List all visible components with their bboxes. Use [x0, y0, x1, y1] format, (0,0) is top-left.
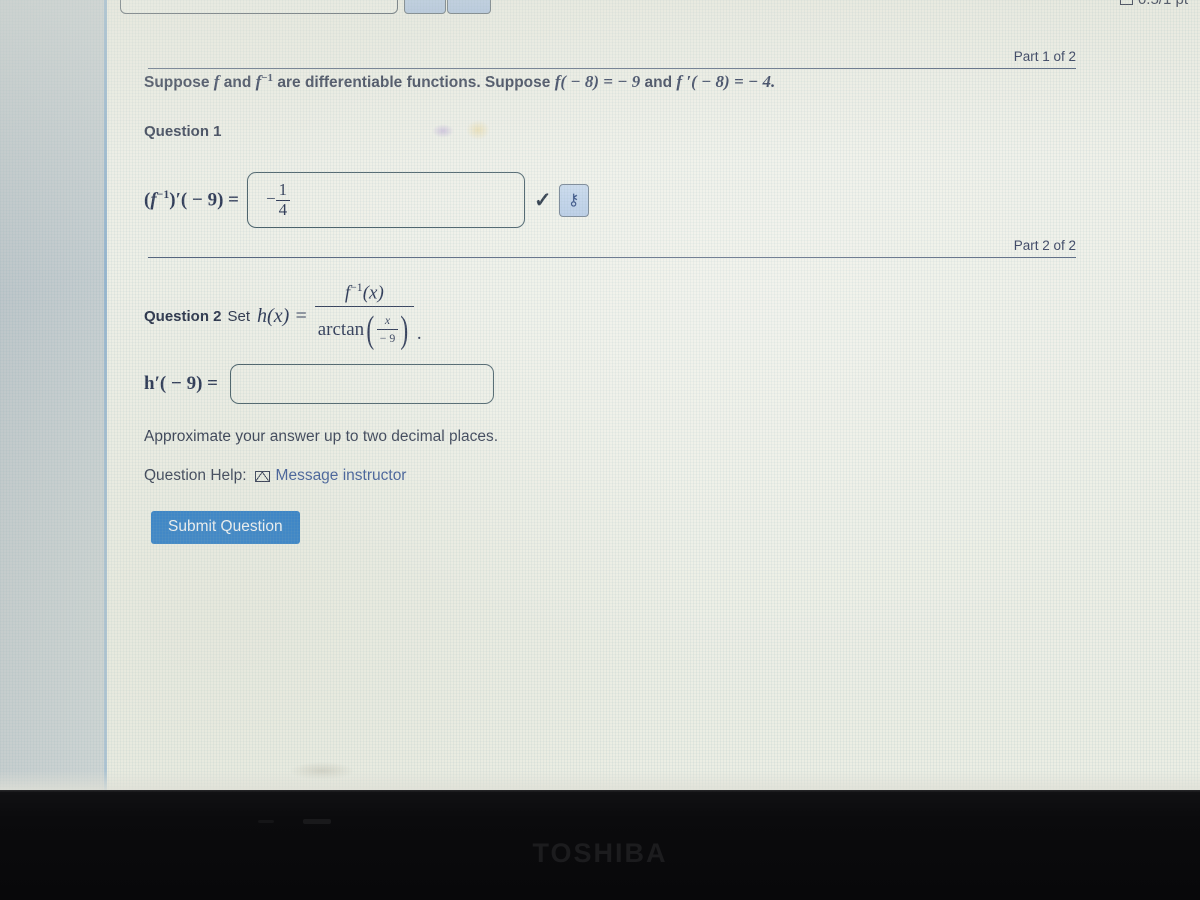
h-prime-answer-input[interactable]: [229, 364, 494, 404]
question-2-row: Question 2 Set h(x) = f−1(x) arctan( x − 9…: [144, 281, 422, 351]
question-2-numerator: f−1(x): [315, 281, 414, 306]
part-2-label: Part 2 of 2: [1013, 238, 1076, 253]
question-1-lhs: (f−1)′( − 9) =: [144, 188, 239, 211]
question-2-denominator: arctan( x − 9): [314, 305, 414, 351]
q2-num-exponent: −1: [350, 281, 363, 294]
q1-f-exponent: −1: [156, 188, 170, 202]
key-icon: ⚷: [567, 192, 580, 209]
part-2-divider: [148, 257, 1076, 259]
q2-inner-numerator: x: [384, 313, 391, 327]
question-1-label: Question 1: [144, 123, 222, 140]
question-1-answer-row: (f−1)′( − 9) = −1 4 ✓ ⚷: [144, 172, 589, 228]
points-indicator: 0.5/1 pt: [1119, 0, 1188, 8]
bezel-indicator-dot: [258, 820, 274, 823]
show-answer-key-button[interactable]: ⚷: [558, 183, 589, 217]
screenshot-root: 0.5/1 pt Part 1 of 2 Suppose f and f−1 a…: [0, 0, 1200, 900]
statement-equation-2: f ′( − 8) = − 4.: [676, 72, 776, 92]
q2-inner-denominator: − 9: [376, 329, 399, 346]
submit-question-button[interactable]: Submit Question: [151, 511, 300, 544]
h-prime-label: h′( − 9) =: [144, 373, 218, 394]
laptop-bezel: TOSHIBA: [0, 790, 1200, 900]
question-help-label: Question Help:: [144, 467, 247, 484]
statement-f-inverse-exponent: −1: [261, 72, 274, 84]
device-brand-logo: TOSHIBA: [532, 838, 668, 868]
q1-answer-sign: −: [265, 188, 276, 208]
statement-equation-1: f( − 8) = − 9: [554, 72, 641, 92]
bezel-notch: [303, 819, 331, 824]
page-left-margin: [0, 0, 104, 790]
q2-open-paren: (: [366, 308, 375, 351]
statement-prefix: Suppose: [144, 74, 214, 92]
q2-inner-fraction: x − 9: [376, 313, 399, 346]
checkbox-icon[interactable]: [1119, 0, 1133, 5]
part-1-divider: [148, 68, 1076, 70]
rounding-instruction: Approximate your answer up to two decima…: [144, 428, 499, 445]
bezel-top-edge: [0, 790, 1200, 793]
message-instructor-label: Message instructor: [275, 467, 407, 484]
correct-check-icon: ✓: [533, 188, 552, 212]
q1-answer-fraction: 14: [275, 180, 291, 219]
envelope-icon: [254, 470, 270, 482]
screen-bottom-fade: [0, 770, 1200, 790]
q1-rest: )′( − 9) =: [169, 189, 239, 211]
question-help-row: Question Help: Message instructor: [144, 467, 406, 485]
statement-middle: are differentiable functions. Suppose: [273, 74, 555, 92]
h-prime-row: h′( − 9) =: [144, 364, 494, 404]
part-1-label: Part 1 of 2: [1013, 49, 1076, 64]
question-2-fraction: f−1(x) arctan( x − 9): [314, 281, 414, 351]
question-1-answer-input[interactable]: −1 4: [246, 172, 525, 228]
q1-answer-denominator: 4: [275, 199, 291, 219]
message-instructor-link[interactable]: Message instructor: [254, 467, 407, 485]
q2-close-paren: ): [400, 308, 409, 351]
problem-statement: Suppose f and f−1 are differentiable fun…: [144, 72, 775, 92]
question-2-label: Question 2: [144, 307, 222, 325]
points-label: 0.5/1 pt: [1138, 0, 1188, 8]
q1-answer-numerator: 1: [278, 180, 288, 200]
question-1-answer-value: −1 4: [265, 180, 291, 219]
statement-and-2: and: [640, 74, 677, 92]
top-cropped-input[interactable]: [120, 0, 398, 14]
top-toolbar-button-2[interactable]: [447, 0, 491, 14]
question-2-set-text: Set: [227, 307, 251, 325]
top-toolbar-button-1[interactable]: [404, 0, 446, 14]
question-2-period: .: [416, 322, 422, 344]
laptop-screen: 0.5/1 pt Part 1 of 2 Suppose f and f−1 a…: [0, 0, 1200, 790]
question-2-h-of-x: h(x) =: [257, 304, 308, 327]
statement-and: and: [219, 74, 256, 92]
q2-num-arg: (x): [362, 282, 384, 304]
q2-arctan: arctan: [317, 318, 365, 340]
